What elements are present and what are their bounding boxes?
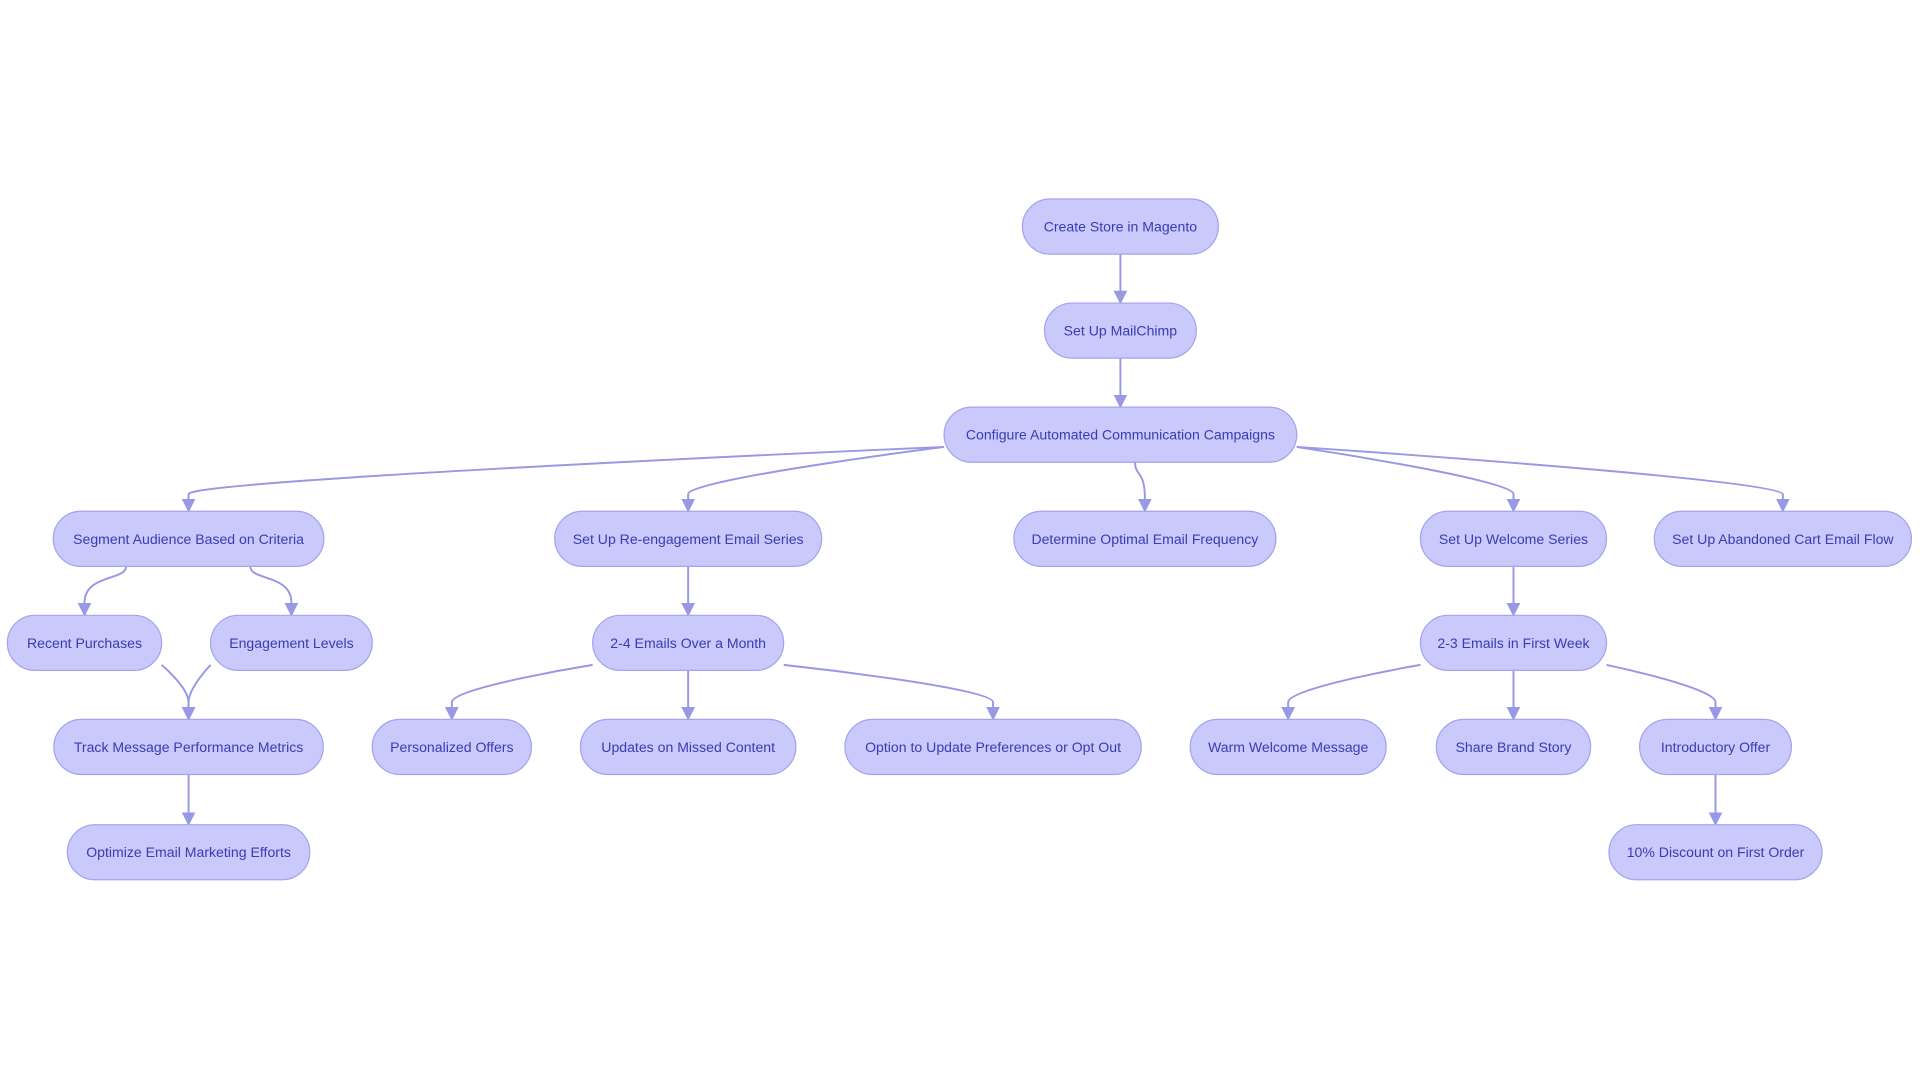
node-label: Personalized Offers [390, 739, 513, 755]
node-create_store: Create Store in Magento [1021, 198, 1219, 255]
node-label: Set Up Re-engagement Email Series [573, 531, 804, 547]
node-label: Configure Automated Communication Campai… [966, 427, 1275, 443]
node-mailchimp: Set Up MailChimp [1043, 302, 1197, 359]
node-option: Option to Update Preferences or Opt Out [844, 718, 1142, 776]
node-optimize: Optimize Email Marketing Efforts [66, 824, 311, 881]
node-label: Create Store in Magento [1044, 219, 1198, 235]
node-label: Introductory Offer [1661, 739, 1771, 755]
node-emails23: 2-3 Emails in First Week [1419, 614, 1608, 672]
node-frequency: Determine Optimal Email Frequency [1013, 510, 1277, 567]
node-label: 10% Discount on First Order [1627, 844, 1805, 860]
node-track: Track Message Performance Metrics [53, 718, 324, 776]
node-reengage: Set Up Re-engagement Email Series [554, 510, 823, 567]
node-abandoned: Set Up Abandoned Cart Email Flow [1653, 510, 1913, 567]
node-engagement: Engagement Levels [210, 614, 373, 672]
node-label: Option to Update Preferences or Opt Out [865, 739, 1121, 755]
node-segment: Segment Audience Based on Criteria [52, 510, 325, 567]
node-label: Engagement Levels [229, 635, 353, 651]
edge-emails23-to-warm [1281, 663, 1421, 721]
node-configure: Configure Automated Communication Campai… [943, 406, 1298, 463]
edge-segment-to-recent [77, 566, 128, 617]
node-brand: Share Brand Story [1435, 718, 1592, 776]
node-label: Recent Purchases [27, 635, 142, 651]
edge-emails24-to-option [783, 663, 1000, 721]
node-label: Set Up Abandoned Cart Email Flow [1672, 531, 1894, 547]
node-label: Updates on Missed Content [601, 739, 775, 755]
node-label: 2-3 Emails in First Week [1437, 635, 1590, 651]
node-label: Share Brand Story [1456, 739, 1573, 755]
node-label: 2-4 Emails Over a Month [610, 635, 766, 651]
node-label: Determine Optimal Email Frequency [1031, 531, 1259, 547]
edge-engagement-to-track [181, 664, 212, 721]
node-warm: Warm Welcome Message [1189, 718, 1387, 776]
edge-recent-to-track [160, 664, 196, 721]
node-label: Warm Welcome Message [1208, 739, 1369, 755]
edge-configure-to-abandoned [1296, 445, 1790, 513]
edge-emails23-to-intro [1606, 663, 1723, 721]
edge-configure-to-welcome [1296, 445, 1521, 513]
node-welcome: Set Up Welcome Series [1419, 510, 1608, 567]
node-intro: Introductory Offer [1638, 718, 1793, 776]
edge-configure-to-segment [181, 445, 945, 513]
node-discount: 10% Discount on First Order [1608, 824, 1823, 881]
node-emails24: 2-4 Emails Over a Month [592, 614, 785, 672]
node-personalized: Personalized Offers [371, 718, 533, 776]
node-label: Segment Audience Based on Criteria [73, 531, 304, 547]
node-label: Track Message Performance Metrics [74, 739, 304, 755]
edge-segment-to-engagement [249, 566, 299, 617]
node-label: Optimize Email Marketing Efforts [86, 844, 291, 860]
node-label: Set Up Welcome Series [1439, 531, 1588, 547]
edge-configure-to-frequency [1134, 462, 1152, 513]
node-updates: Updates on Missed Content [579, 718, 797, 776]
node-recent: Recent Purchases [6, 614, 163, 672]
node-label: Set Up MailChimp [1064, 323, 1178, 339]
edge-emails24-to-personalized [444, 663, 593, 721]
flowchart-canvas: Create Store in Magento Set Up MailChimp C… [6, 198, 1913, 881]
